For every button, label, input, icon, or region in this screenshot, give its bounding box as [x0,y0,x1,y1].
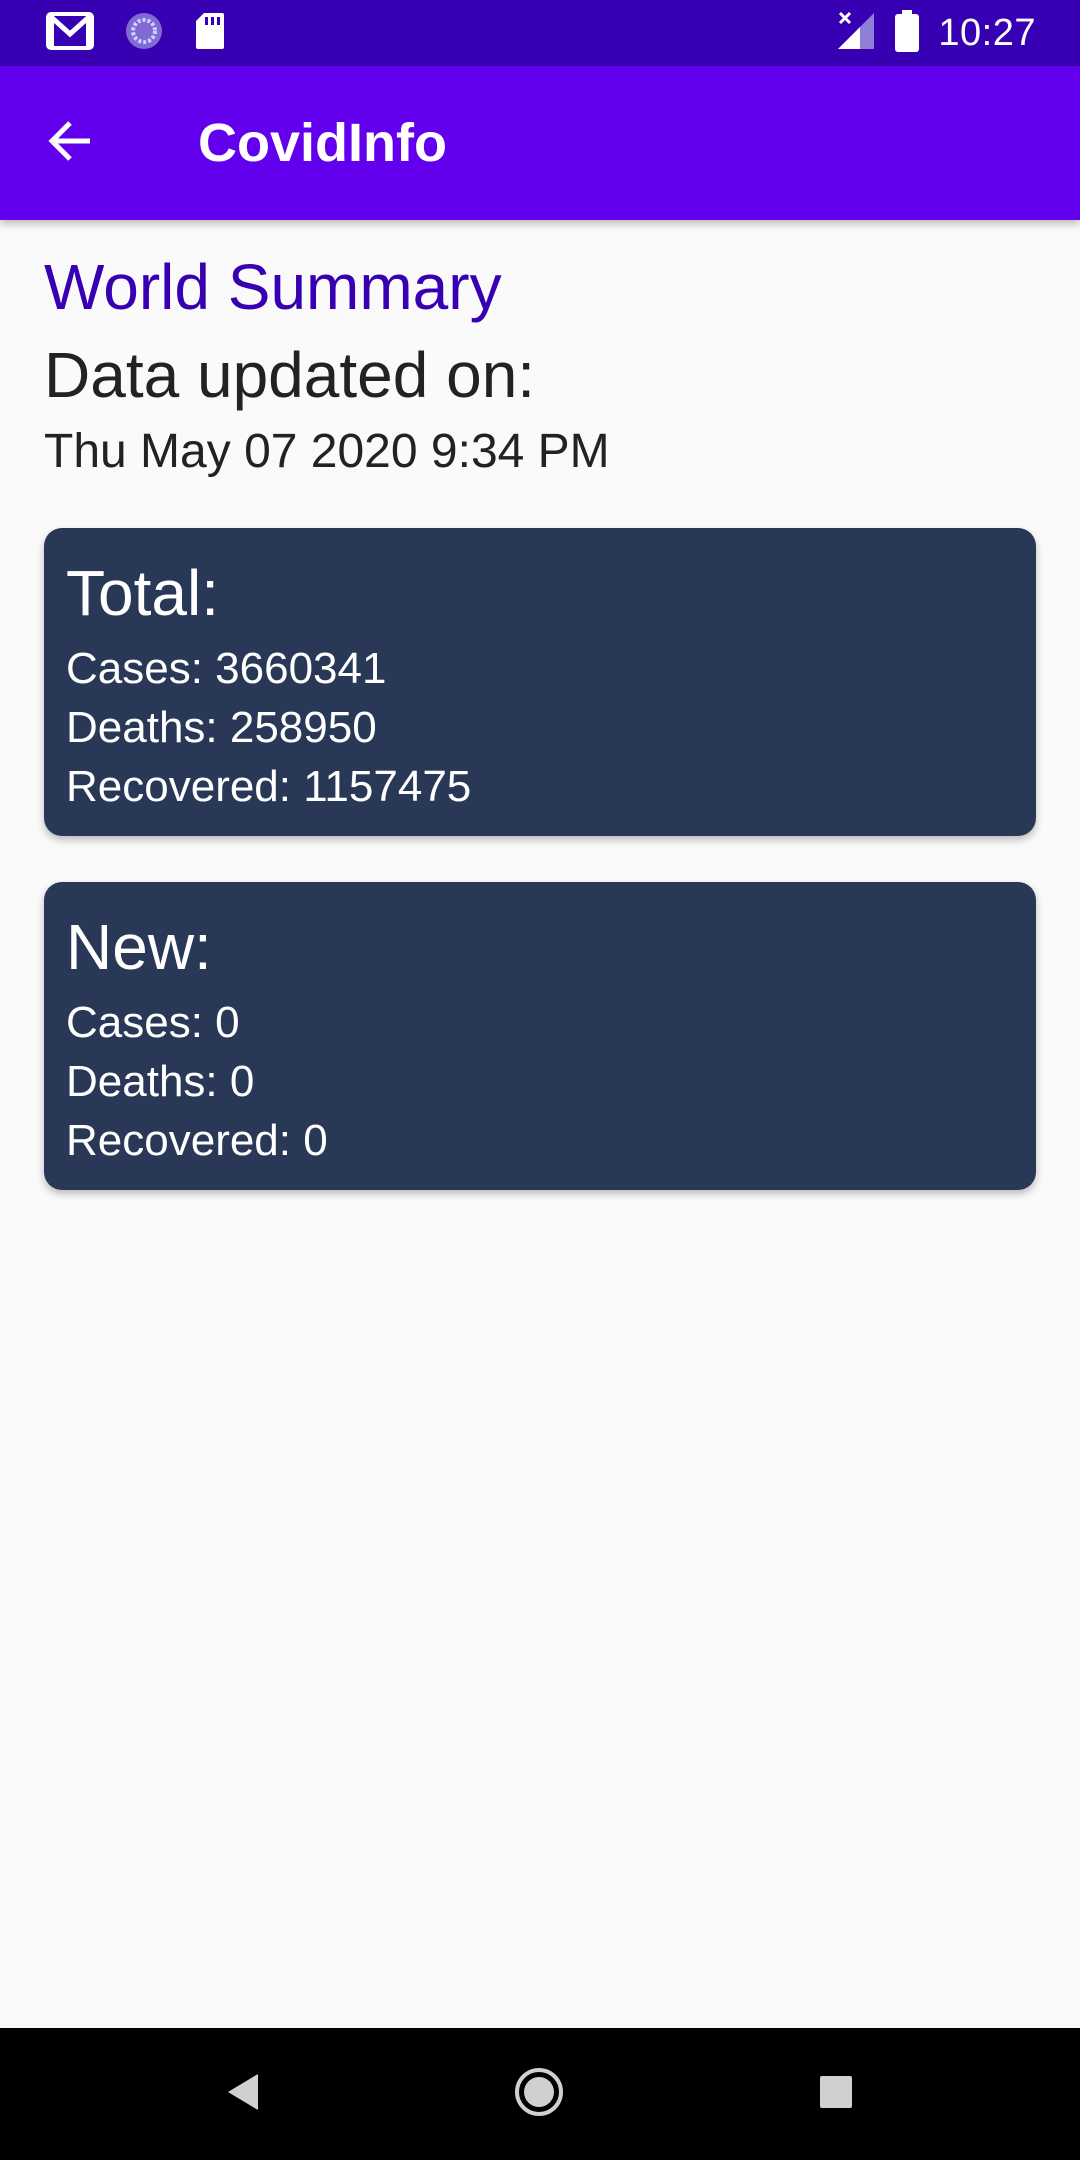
status-time: 10:27 [938,11,1036,54]
app-title: CovidInfo [198,113,447,173]
total-recovered: Recovered: 1157475 [66,762,472,811]
new-cases: Cases: 0 [66,998,240,1047]
nav-back-icon [222,2070,262,2119]
new-deaths: Deaths: 0 [66,1057,255,1106]
sd-card-icon [194,11,226,56]
no-signal-icon [836,11,876,56]
updated-label: Data updated on: [44,339,536,411]
app-bar: CovidInfo [0,66,1080,220]
updated-date: Thu May 07 2020 9:34 PM [44,425,610,478]
gmail-icon [46,11,94,55]
status-left-icons [46,10,226,56]
total-heading: Total: [66,557,219,629]
page-title: World Summary [44,251,502,323]
new-heading: New: [66,911,212,983]
battery-icon [894,9,920,57]
total-cases: Cases: 3660341 [66,644,387,693]
nav-recents-button[interactable] [800,2058,872,2130]
total-deaths: Deaths: 258950 [66,703,377,752]
new-card: New: Cases: 0 Deaths: 0 Recovered: 0 [44,882,1036,1190]
status-bar: 10:27 [0,0,1080,66]
nav-back-button[interactable] [206,2058,278,2130]
nav-recents-icon [818,2074,854,2115]
arrow-back-icon [46,117,94,170]
total-card: Total: Cases: 3660341 Deaths: 258950 Rec… [44,528,1036,836]
navigation-bar [0,2028,1080,2160]
sync-icon [124,11,164,56]
back-button[interactable] [30,103,110,183]
status-right-icons: 10:27 [836,8,1036,58]
nav-home-button[interactable] [503,2058,575,2130]
new-recovered: Recovered: 0 [66,1116,328,1165]
nav-home-icon [513,2066,565,2123]
